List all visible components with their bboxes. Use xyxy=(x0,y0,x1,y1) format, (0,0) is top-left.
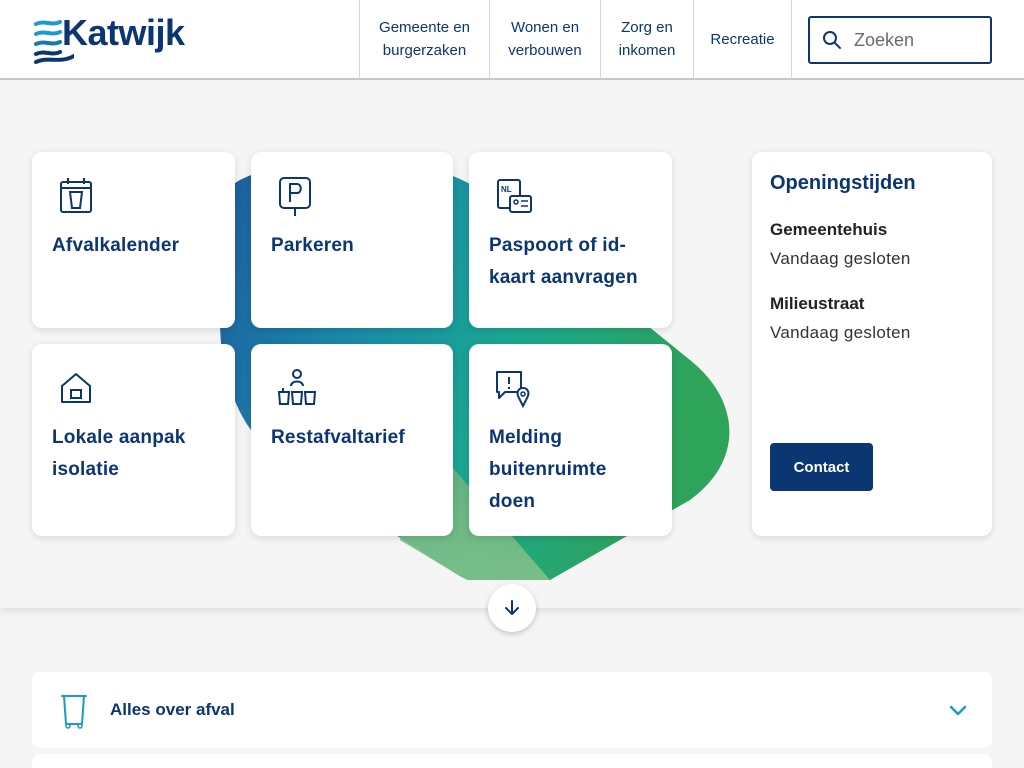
card-afvalkalender[interactable]: Afvalkalender xyxy=(32,152,235,328)
nav-label-line1: Zorg en xyxy=(621,19,673,36)
nav-label-line2: burgerzaken xyxy=(382,42,467,59)
logo-text: Katwijk xyxy=(62,12,185,53)
nav-gemeente-burgerzaken[interactable]: Gemeente en burgerzaken xyxy=(359,0,489,78)
nav-label-line1: Gemeente en xyxy=(379,19,470,36)
nav-label-line2: inkomen xyxy=(618,42,676,59)
scroll-down-button[interactable] xyxy=(488,584,536,632)
svg-text:NL: NL xyxy=(501,185,512,194)
house-icon xyxy=(61,373,91,403)
waste-bin-icon xyxy=(61,695,87,729)
nav-zorg-inkomen[interactable]: Zorg en inkomen xyxy=(600,0,693,78)
calendar-bin-icon xyxy=(60,178,92,213)
search-box[interactable] xyxy=(808,16,992,64)
contact-button[interactable]: Contact xyxy=(770,443,873,491)
location-status: Vandaag gesloten xyxy=(770,323,911,342)
search-input[interactable] xyxy=(854,29,984,51)
accordion-alles-over-afval[interactable]: Alles over afval xyxy=(32,672,992,748)
arrow-down-icon xyxy=(505,600,519,615)
card-label: Restafvaltarief xyxy=(271,427,405,448)
card-melding-buitenruimte[interactable]: Melding buitenruimte doen xyxy=(469,344,672,536)
waste-bins-person-icon xyxy=(277,369,317,405)
nav-label-line1: Recreatie xyxy=(710,30,775,48)
location-name: Milieustraat xyxy=(770,294,865,313)
card-lokale-aanpak-isolatie[interactable]: Lokale aanpak isolatie xyxy=(32,344,235,536)
parking-sign-icon xyxy=(279,177,311,216)
accordion-next-item[interactable] xyxy=(32,754,992,768)
passport-id-icon: NL xyxy=(497,179,532,213)
hero-section: Afvalkalender Parkeren NL Paspoort of id… xyxy=(0,80,1024,608)
location-status: Vandaag gesloten xyxy=(770,249,911,268)
location-name: Gemeentehuis xyxy=(770,220,888,239)
main-navigation: Gemeente en burgerzaken Wonen en verbouwen… xyxy=(359,0,792,78)
card-label: Melding buitenruimte doen xyxy=(489,427,607,512)
card-restafvaltarief[interactable]: Restafvaltarief xyxy=(251,344,453,536)
opening-hours-title: Openingstijden xyxy=(770,172,916,194)
opening-hours-panel: Openingstijden Gemeentehuis Vandaag gesl… xyxy=(752,152,992,536)
card-label: Paspoort of id-kaart aanvragen xyxy=(489,235,638,288)
nav-recreatie[interactable]: Recreatie xyxy=(693,0,792,78)
card-parkeren[interactable]: Parkeren xyxy=(251,152,453,328)
accordion-label: Alles over afval xyxy=(110,700,235,719)
site-header: Katwijk Gemeente en burgerzaken Wonen en v… xyxy=(0,0,1024,80)
search-icon xyxy=(823,31,841,49)
chevron-down-icon xyxy=(949,705,967,716)
card-label: Afvalkalender xyxy=(52,235,180,256)
card-paspoort-id[interactable]: NL Paspoort of id-kaart aanvragen xyxy=(469,152,672,328)
nav-label-line1: Wonen en xyxy=(510,19,580,36)
report-location-icon xyxy=(496,371,530,408)
card-label: Lokale aanpak isolatie xyxy=(52,427,186,480)
nav-wonen-verbouwen[interactable]: Wonen en verbouwen xyxy=(489,0,600,78)
nav-label-line2: verbouwen xyxy=(508,42,582,59)
card-label: Parkeren xyxy=(271,235,354,256)
katwijk-logo[interactable]: Katwijk xyxy=(34,12,194,66)
